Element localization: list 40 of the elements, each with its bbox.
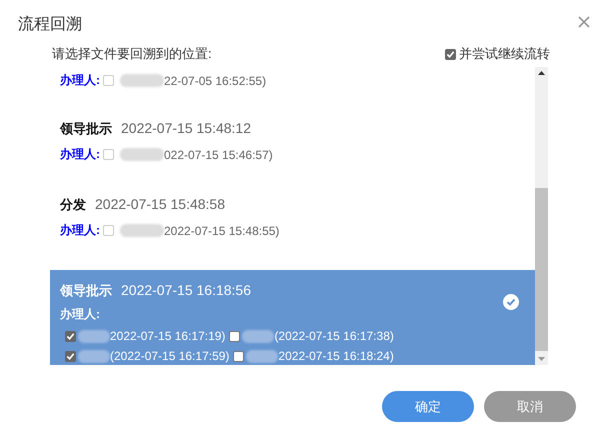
option-label: 并尝试继续流转 xyxy=(459,45,550,63)
step-name: 领导批示 xyxy=(60,282,112,300)
checkbox[interactable] xyxy=(445,48,456,60)
dialog-title: 流程回溯 xyxy=(18,14,82,34)
handler-label: 办理人: xyxy=(60,306,101,323)
handler-time: 2022-07-15 16:17:19) xyxy=(110,329,226,343)
scroll-down-icon[interactable] xyxy=(538,357,545,361)
step-name: 领导批示 xyxy=(60,120,112,138)
handler-label: 办理人: xyxy=(60,222,100,239)
handler-time: 22-07-05 16:52:55) xyxy=(164,74,266,88)
handler-time: 2022-07-15 15:48:55) xyxy=(164,224,280,238)
confirm-button[interactable]: 确定 xyxy=(382,391,474,422)
scroll-up-icon[interactable] xyxy=(538,71,545,75)
handler-time: (2022-07-15 16:17:38) xyxy=(274,329,394,343)
blurred-name xyxy=(78,350,110,362)
blurred-name xyxy=(120,148,164,161)
checkbox[interactable] xyxy=(65,350,76,362)
blurred-name xyxy=(242,330,274,342)
prompt-text: 请选择文件要回溯到的位置: xyxy=(52,45,212,63)
blurred-name xyxy=(78,330,110,342)
step-time: 2022-07-15 16:18:56 xyxy=(121,282,251,298)
scrollbar[interactable] xyxy=(535,67,548,365)
check-circle-icon xyxy=(503,294,519,310)
checkbox[interactable] xyxy=(65,330,76,342)
handler-label: 办理人: xyxy=(60,146,100,163)
step-name: 分发 xyxy=(60,196,86,214)
handler-time: 2022-07-15 16:18:24) xyxy=(278,349,394,363)
step-time: 2022-07-15 15:48:58 xyxy=(95,196,225,212)
blurred-name xyxy=(120,74,164,87)
checkbox[interactable] xyxy=(233,350,244,362)
handler-time: (2022-07-15 16:17:59) xyxy=(110,349,230,363)
handler-time: 022-07-15 15:46:57) xyxy=(164,148,273,162)
handler-label: 办理人: xyxy=(60,72,100,89)
checkbox[interactable] xyxy=(229,330,240,342)
cancel-button[interactable]: 取消 xyxy=(484,391,576,422)
selected-step[interactable]: 领导批示 2022-07-15 16:18:56 办理人: 2022-07-15 16:17:19) (2022-07-15 16:17:38) (2022-07-15 16:17:59) 2022-07-15 16:18:24) xyxy=(50,270,535,365)
blurred-name xyxy=(120,224,164,237)
step-time: 2022-07-15 15:48:12 xyxy=(121,120,251,136)
blurred-name xyxy=(246,350,278,362)
close-icon[interactable] xyxy=(578,16,590,28)
